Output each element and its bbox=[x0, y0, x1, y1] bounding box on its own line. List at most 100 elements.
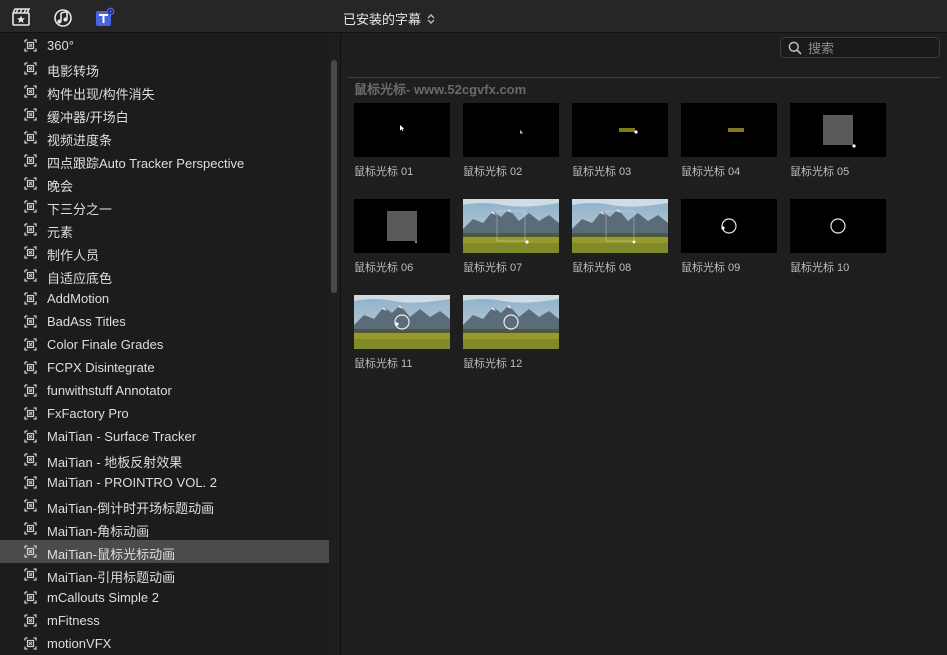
title-category-icon bbox=[24, 292, 37, 305]
sidebar-item-label: MaiTian-倒计时开场标题动画 bbox=[47, 501, 215, 516]
sidebar-item-label: MaiTian-角标动画 bbox=[47, 524, 150, 539]
title-category-icon bbox=[24, 177, 37, 190]
search-field[interactable] bbox=[780, 37, 940, 58]
sidebar-item-label: 构件出现/构件消失 bbox=[47, 87, 155, 102]
sidebar-item[interactable]: MaiTian - PROINTRO VOL. 2 bbox=[0, 471, 329, 494]
sidebar-item[interactable]: 自适应底色 bbox=[0, 264, 329, 287]
sidebar-item[interactable]: mFitness bbox=[0, 609, 329, 632]
sidebar-item[interactable]: 电影转场 bbox=[0, 57, 329, 80]
sidebar-item[interactable]: motionVFX bbox=[0, 632, 329, 655]
sidebar-item-label: mCallouts Simple 2 bbox=[47, 590, 159, 605]
sidebar-item[interactable]: Color Finale Grades bbox=[0, 333, 329, 356]
sidebar-item[interactable]: 制作人员 bbox=[0, 241, 329, 264]
installed-titles-popup[interactable]: 已安装的字幕 bbox=[343, 9, 435, 28]
sidebar-item-label: 四点跟踪Auto Tracker Perspective bbox=[47, 156, 245, 171]
sidebar-item[interactable]: 视频进度条 bbox=[0, 126, 329, 149]
title-tile-label: 鼠标光标 04 bbox=[681, 166, 741, 178]
title-category-icon bbox=[24, 430, 37, 443]
installed-titles-label: 已安装的字幕 bbox=[343, 12, 422, 27]
title-category-icon bbox=[24, 246, 37, 259]
title-thumbnail bbox=[354, 103, 450, 157]
sidebar-item-label: 电影转场 bbox=[47, 64, 100, 79]
title-tile-label: 鼠标光标 09 bbox=[681, 262, 741, 274]
sidebar-item-label: FxFactory Pro bbox=[47, 406, 129, 421]
title-category-icon bbox=[24, 522, 37, 535]
sidebar-item[interactable]: 元素 bbox=[0, 218, 329, 241]
title-category-icon bbox=[24, 614, 37, 627]
sidebar-item[interactable]: 缓冲器/开场白 bbox=[0, 103, 329, 126]
title-category-icon bbox=[24, 39, 37, 52]
sidebar-item[interactable]: MaiTian-引用标题动画 bbox=[0, 563, 329, 586]
title-tile-label: 鼠标光标 07 bbox=[463, 262, 523, 274]
sidebar-item-label: mFitness bbox=[47, 613, 100, 628]
search-input[interactable] bbox=[808, 39, 933, 57]
title-category-icon bbox=[24, 85, 37, 98]
sidebar-item-label: MaiTian - Surface Tracker bbox=[47, 429, 197, 444]
title-category-icon bbox=[24, 568, 37, 581]
title-thumbnail bbox=[681, 199, 777, 253]
sidebar-item-label: 缓冲器/开场白 bbox=[47, 110, 129, 125]
title-category-icon bbox=[24, 591, 37, 604]
sidebar-item-label: funwithstuff Annotator bbox=[47, 383, 172, 398]
sidebar-item-label: MaiTian-引用标题动画 bbox=[47, 570, 176, 585]
title-thumbnail bbox=[354, 199, 450, 253]
sidebar-item[interactable]: MaiTian - Surface Tracker bbox=[0, 425, 329, 448]
title-thumbnail bbox=[572, 103, 668, 157]
toolbar: 已安装的字幕 bbox=[0, 0, 947, 33]
music-notes-icon[interactable] bbox=[53, 7, 73, 27]
sidebar-scrollbar[interactable] bbox=[331, 60, 337, 293]
title-tile-label: 鼠标光标 02 bbox=[463, 166, 523, 178]
search-icon bbox=[788, 41, 802, 55]
titles-sidebar: 360° 电影转场构件出现/构件消失 缓冲器/开场白 视频进度条四点跟踪Auto Tr… bbox=[0, 33, 329, 655]
title-category-icon bbox=[24, 407, 37, 420]
sidebar-item[interactable]: funwithstuff Annotator bbox=[0, 379, 329, 402]
title-category-icon bbox=[24, 154, 37, 167]
title-category-icon bbox=[24, 315, 37, 328]
title-thumbnail bbox=[790, 103, 886, 157]
title-category-icon bbox=[24, 476, 37, 489]
sidebar-item[interactable]: MaiTian-倒计时开场标题动画 bbox=[0, 494, 329, 517]
title-tile-label: 鼠标光标 08 bbox=[572, 262, 632, 274]
sidebar-item[interactable]: MaiTian-角标动画 bbox=[0, 517, 329, 540]
sidebar-item-label: 视频进度条 bbox=[47, 133, 113, 148]
sidebar-item[interactable]: 360° bbox=[0, 34, 329, 57]
sidebar-item-label: Color Finale Grades bbox=[47, 337, 164, 352]
sidebar-item-label: MaiTian - 地板反射效果 bbox=[47, 455, 183, 470]
sidebar-item-label: 下三分之一 bbox=[47, 202, 113, 217]
sidebar-item-label: MaiTian - PROINTRO VOL. 2 bbox=[47, 475, 217, 490]
titles-icon[interactable] bbox=[95, 7, 115, 27]
sidebar-item[interactable]: FCPX Disintegrate bbox=[0, 356, 329, 379]
sidebar-item[interactable]: MaiTian-鼠标光标动画 bbox=[0, 540, 329, 563]
title-tile-label: 鼠标光标 10 bbox=[790, 262, 850, 274]
group-divider bbox=[347, 77, 941, 78]
sidebar-item[interactable]: 晚会 bbox=[0, 172, 329, 195]
sidebar-item-label: BadAss Titles bbox=[47, 314, 126, 329]
sidebar-item[interactable]: mCallouts Simple 2 bbox=[0, 586, 329, 609]
sidebar-item-label: motionVFX bbox=[47, 636, 112, 651]
title-thumbnail bbox=[681, 103, 777, 157]
title-thumbnail bbox=[572, 199, 668, 253]
clapper-star-icon[interactable] bbox=[11, 7, 31, 27]
sidebar-item[interactable]: FxFactory Pro bbox=[0, 402, 329, 425]
sidebar-item[interactable]: 构件出现/构件消失 bbox=[0, 80, 329, 103]
title-tile-label: 鼠标光标 12 bbox=[463, 358, 523, 370]
title-tile-label: 鼠标光标 05 bbox=[790, 166, 850, 178]
sidebar-item-label: FCPX Disintegrate bbox=[47, 360, 155, 375]
title-category-icon bbox=[24, 108, 37, 121]
sidebar-item[interactable]: 四点跟踪Auto Tracker Perspective bbox=[0, 149, 329, 172]
sidebar-item[interactable]: MaiTian - 地板反射效果 bbox=[0, 448, 329, 471]
title-category-icon bbox=[24, 384, 37, 397]
sidebar-item-label: 元素 bbox=[47, 225, 74, 240]
title-tile-label: 鼠标光标 06 bbox=[354, 262, 414, 274]
sidebar-item[interactable]: BadAss Titles bbox=[0, 310, 329, 333]
title-thumbnail bbox=[790, 199, 886, 253]
title-category-icon bbox=[24, 338, 37, 351]
group-header: 鼠标光标- www.52cgvfx.com bbox=[354, 82, 527, 97]
title-category-icon bbox=[24, 62, 37, 75]
sidebar-item[interactable]: 下三分之一 bbox=[0, 195, 329, 218]
title-thumbnail bbox=[354, 295, 450, 349]
sidebar-item[interactable]: AddMotion bbox=[0, 287, 329, 310]
title-category-icon bbox=[24, 200, 37, 213]
title-category-icon bbox=[24, 131, 37, 144]
sidebar-item-label: AddMotion bbox=[47, 291, 110, 306]
